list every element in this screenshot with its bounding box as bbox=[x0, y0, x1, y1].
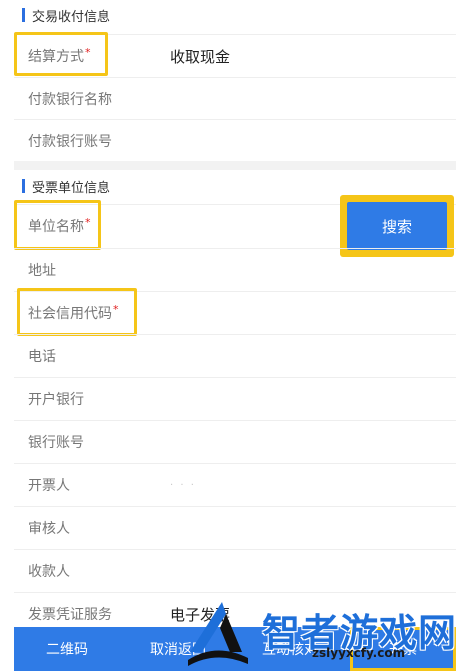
issuer-label: 开票人 bbox=[28, 478, 70, 494]
payer-bank-name-row[interactable]: 付款银行名称 bbox=[14, 77, 456, 120]
section-accent-bar bbox=[22, 179, 25, 193]
required-marker: * bbox=[113, 303, 119, 316]
payment-section-header: 交易收付信息 bbox=[14, 0, 456, 30]
payer-bank-account-row[interactable]: 付款银行账号 bbox=[14, 119, 456, 162]
bank-account-label: 银行账号 bbox=[28, 435, 84, 451]
opening-bank-label: 开户银行 bbox=[28, 392, 84, 408]
invoice-form-page: 交易收付信息 结算方式* 收取现金 付款银行名称 付款银行账号 受票单位信息 单… bbox=[0, 0, 464, 671]
bank-account-row[interactable]: 银行账号 bbox=[14, 420, 456, 463]
settlement-method-label: 结算方式* bbox=[28, 46, 91, 65]
issuer-value-blurred: · · · bbox=[170, 479, 196, 491]
reviewer-row[interactable]: 审核人 bbox=[14, 506, 456, 549]
credit-code-row[interactable]: 社会信用代码* bbox=[14, 291, 456, 334]
required-marker: * bbox=[85, 216, 91, 229]
section-accent-bar bbox=[22, 8, 25, 22]
section-divider bbox=[14, 161, 456, 170]
search-button[interactable]: 搜索 bbox=[347, 202, 447, 250]
payment-section-title: 交易收付信息 bbox=[32, 9, 111, 25]
required-marker: * bbox=[85, 46, 91, 59]
payee-row[interactable]: 收款人 bbox=[14, 549, 456, 592]
issuer-row[interactable]: 开票人 · · · bbox=[14, 463, 456, 506]
opening-bank-row[interactable]: 开户银行 bbox=[14, 377, 456, 420]
recipient-section-title: 受票单位信息 bbox=[32, 180, 111, 196]
cancel-return-button[interactable]: 取消返回 bbox=[150, 627, 206, 671]
voucher-service-label: 发票凭证服务 bbox=[28, 607, 112, 623]
verify-button[interactable]: 互动核对 bbox=[262, 627, 318, 671]
payee-label: 收款人 bbox=[28, 564, 70, 580]
bottom-action-bar: 二维码 取消返回 互动核对 开票 bbox=[14, 627, 456, 671]
address-label: 地址 bbox=[28, 263, 56, 279]
settlement-method-row[interactable]: 结算方式* 收取现金 bbox=[14, 34, 456, 77]
reviewer-label: 审核人 bbox=[28, 521, 70, 537]
credit-code-label: 社会信用代码* bbox=[28, 303, 119, 322]
company-name-label: 单位名称* bbox=[28, 216, 91, 235]
payer-bank-account-label: 付款银行账号 bbox=[28, 134, 112, 150]
voucher-service-value[interactable]: 电子发票 bbox=[170, 604, 230, 625]
phone-row[interactable]: 电话 bbox=[14, 334, 456, 377]
address-row[interactable]: 地址 bbox=[14, 248, 456, 291]
payer-bank-name-label: 付款银行名称 bbox=[28, 92, 112, 108]
phone-label: 电话 bbox=[28, 349, 56, 365]
settlement-method-value[interactable]: 收取现金 bbox=[170, 46, 230, 67]
issue-invoice-button[interactable]: 开票 bbox=[350, 627, 456, 671]
qr-code-button[interactable]: 二维码 bbox=[46, 627, 88, 671]
